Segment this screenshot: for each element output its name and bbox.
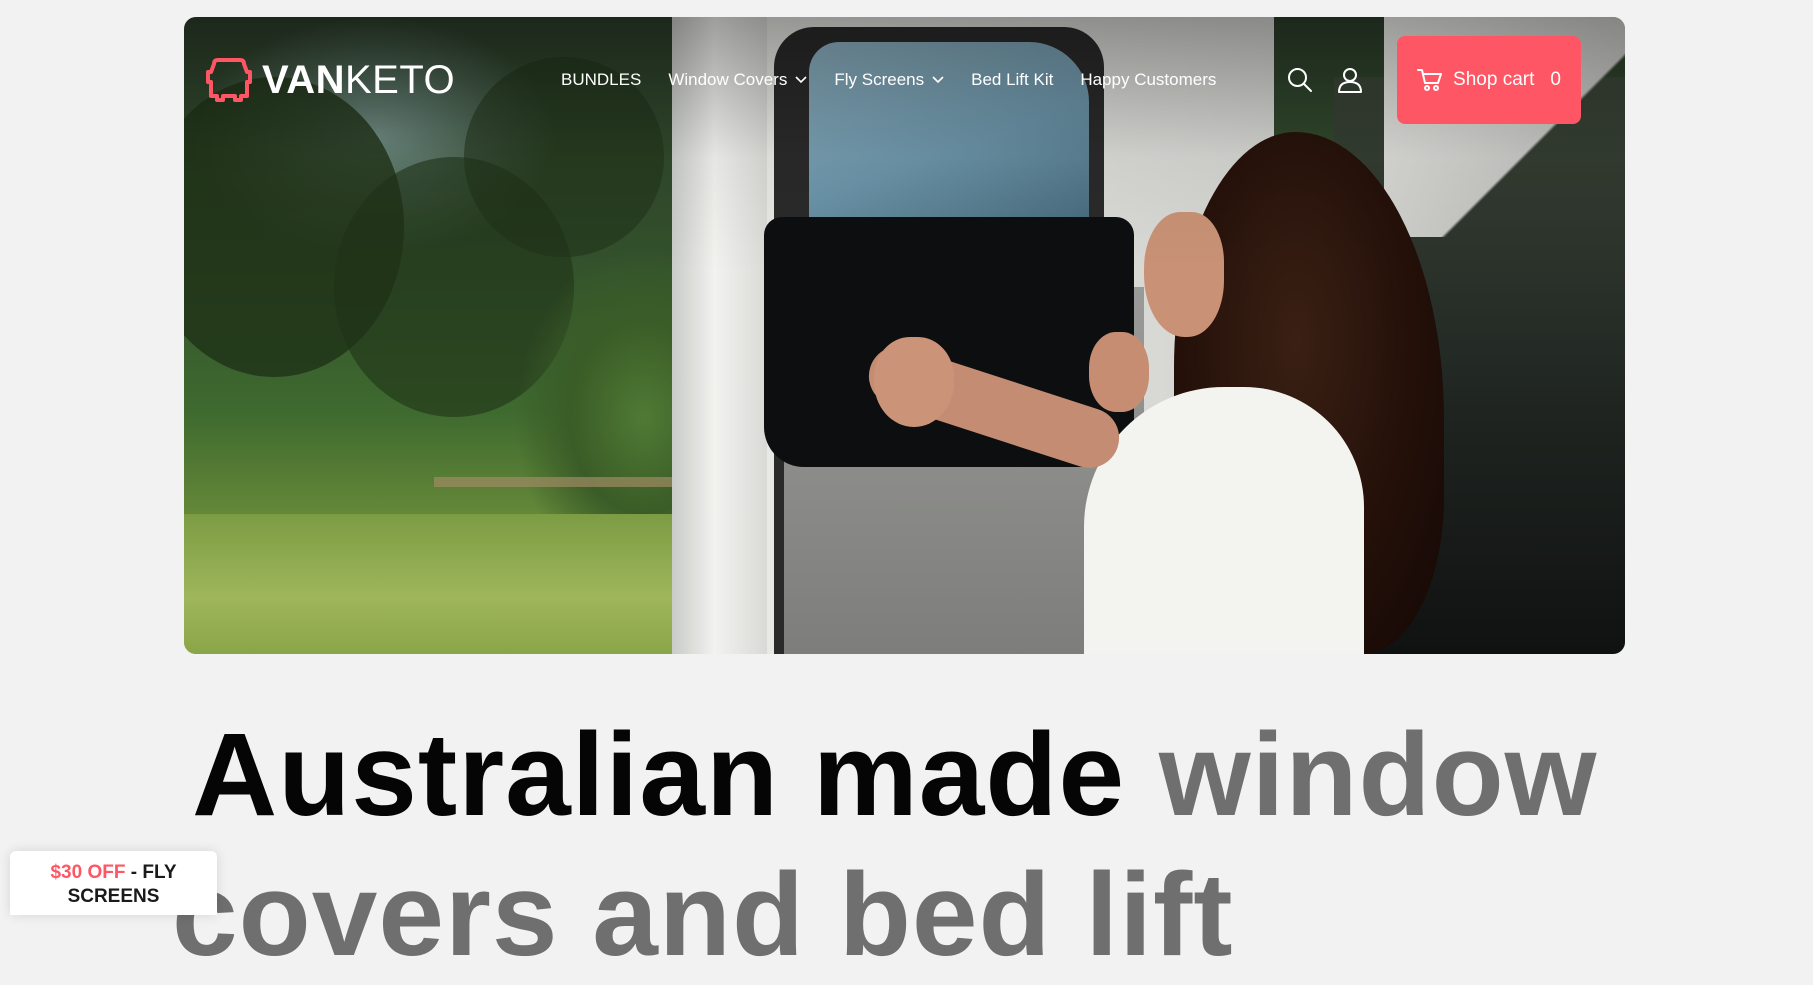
cart-count: 0 — [1550, 69, 1561, 90]
nav-item-label: Happy Customers — [1080, 70, 1217, 89]
van-logo-icon — [206, 58, 252, 102]
cart-icon — [1417, 69, 1443, 91]
headline-dark: Australian made — [192, 709, 1159, 841]
nav-item-label: Window Covers — [668, 70, 788, 89]
headline-line2: covers and bed lift — [172, 849, 1234, 981]
search-button[interactable] — [1286, 66, 1314, 94]
nav-item-label: BUNDLES — [561, 70, 642, 89]
nav-item-label: Bed Lift Kit — [971, 70, 1054, 89]
headline-gray: window — [1158, 709, 1598, 841]
logo[interactable]: VANKETO — [206, 58, 455, 102]
nav-item-bed-lift-kit[interactable]: Bed Lift Kit — [971, 70, 1053, 90]
account-button[interactable] — [1336, 66, 1364, 94]
brand-name: VANKETO — [262, 60, 455, 100]
nav-item-happy-customers[interactable]: Happy Customers — [1080, 70, 1216, 90]
brand-name-bold: VAN — [262, 58, 345, 102]
shop-cart-button[interactable]: Shop cart 0 — [1397, 36, 1581, 124]
nav-item-window-covers[interactable]: Window Covers — [668, 70, 807, 90]
nav-item-label: Fly Screens — [834, 70, 925, 89]
search-icon — [1288, 68, 1312, 92]
page-headline: Australian made window covers and bed li… — [172, 705, 1632, 985]
nav-item-fly-screens[interactable]: Fly Screens — [834, 70, 944, 90]
promo-accent: $30 OFF — [50, 862, 126, 883]
cart-label: Shop cart — [1453, 69, 1535, 90]
user-icon — [1338, 68, 1362, 93]
chevron-down-icon — [795, 76, 807, 84]
main-nav: BUNDLES Window Covers Fly Screens Bed Li… — [561, 70, 1243, 90]
chevron-down-icon — [932, 76, 944, 84]
promo-badge[interactable]: $30 OFF - FLY SCREENS — [10, 851, 217, 915]
brand-name-light: KETO — [344, 58, 456, 102]
nav-item-bundles[interactable]: BUNDLES — [561, 70, 641, 90]
